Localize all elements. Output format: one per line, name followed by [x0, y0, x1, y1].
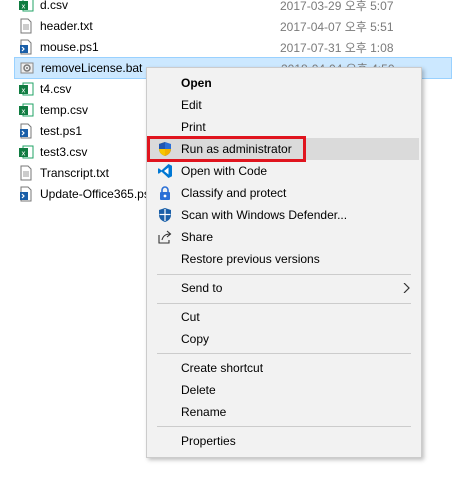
batch-file-icon	[20, 62, 34, 74]
file-date: 2017-04-07 오후 5:51	[280, 19, 394, 34]
file-name: header.txt	[40, 19, 93, 33]
text-file-icon	[20, 165, 32, 181]
menu-item-send-to[interactable]: Send to	[147, 277, 421, 299]
file-name: test.ps1	[40, 124, 83, 138]
vscode-icon	[158, 164, 172, 178]
menu-item-label: Delete	[181, 383, 216, 397]
menu-item-copy[interactable]: Copy	[147, 328, 421, 350]
menu-item-label: Rename	[181, 405, 227, 419]
menu-item-scan-defender[interactable]: Scan with Windows Defender...	[147, 204, 421, 226]
menu-item-share[interactable]: Share	[147, 226, 421, 248]
file-name: Update-Office365.ps	[40, 187, 150, 201]
file-row-d-csv[interactable]: x d.csv 2017-03-29 오후 5:07	[14, 0, 452, 16]
menu-item-label: Scan with Windows Defender...	[181, 208, 348, 222]
menu-item-label: Create shortcut	[181, 361, 264, 375]
file-name: temp.csv	[40, 103, 89, 117]
text-file-icon	[20, 18, 32, 34]
file-name: d.csv	[40, 0, 69, 12]
menu-item-create-shortcut[interactable]: Create shortcut	[147, 357, 421, 379]
menu-item-delete[interactable]: Delete	[147, 379, 421, 401]
file-date: 2017-07-31 오후 1:08	[280, 40, 394, 55]
menu-item-label: Print	[181, 120, 206, 134]
menu-item-restore-versions[interactable]: Restore previous versions	[147, 248, 421, 270]
menu-item-label: Open with Code	[181, 164, 268, 178]
menu-item-cut[interactable]: Cut	[147, 306, 421, 328]
menu-item-edit[interactable]: Edit	[147, 94, 421, 116]
menu-item-label: Cut	[181, 310, 200, 324]
file-name: t4.csv	[40, 82, 72, 96]
share-icon	[158, 230, 172, 244]
menu-item-properties[interactable]: Properties	[147, 430, 421, 452]
windows-defender-icon	[159, 208, 171, 222]
menu-item-open[interactable]: Open	[147, 72, 421, 94]
menu-item-print[interactable]: Print	[147, 116, 421, 138]
file-name: mouse.ps1	[40, 40, 99, 54]
menu-separator	[157, 353, 411, 354]
menu-item-label: Properties	[181, 434, 236, 448]
menu-item-open-with-code[interactable]: Open with Code	[147, 160, 421, 182]
file-row-mouse-ps1[interactable]: mouse.ps1 2017-07-31 오후 1:08	[14, 36, 452, 58]
menu-item-classify-protect[interactable]: Classify and protect	[147, 182, 421, 204]
menu-item-label: Classify and protect	[181, 186, 287, 200]
menu-separator	[157, 274, 411, 275]
menu-item-label: Share	[181, 230, 214, 244]
menu-item-label: Run as administrator	[181, 142, 292, 156]
svg-text:x: x	[21, 150, 25, 158]
menu-item-label: Edit	[181, 98, 202, 112]
azure-information-protection-icon	[160, 186, 170, 200]
menu-item-label: Copy	[181, 332, 210, 346]
menu-item-label: Open	[181, 76, 212, 90]
svg-text:x: x	[21, 108, 25, 116]
menu-item-rename[interactable]: Rename	[147, 401, 421, 423]
context-menu: Open Edit Print Run as administrator Ope…	[146, 67, 422, 458]
excel-csv-icon: x	[19, 0, 34, 12]
powershell-script-icon	[20, 123, 32, 139]
svg-text:x: x	[21, 87, 25, 95]
menu-item-label: Send to	[181, 281, 223, 295]
menu-item-label: Restore previous versions	[181, 252, 320, 266]
menu-separator	[157, 303, 411, 304]
menu-item-run-as-administrator[interactable]: Run as administrator	[149, 138, 419, 160]
file-date: 2017-03-29 오후 5:07	[280, 0, 394, 13]
powershell-script-icon	[20, 186, 32, 202]
excel-csv-icon: x	[19, 103, 34, 117]
file-name: test3.csv	[40, 145, 88, 159]
file-name: removeLicense.bat	[41, 61, 143, 75]
menu-separator	[157, 426, 411, 427]
excel-csv-icon: x	[19, 82, 34, 96]
chevron-right-icon	[403, 283, 410, 293]
file-name: Transcript.txt	[40, 166, 109, 180]
powershell-script-icon	[20, 39, 32, 55]
uac-shield-icon	[159, 142, 171, 156]
svg-text:x: x	[21, 3, 25, 11]
excel-csv-icon: x	[19, 145, 34, 159]
file-row-header-txt[interactable]: header.txt 2017-04-07 오후 5:51	[14, 15, 452, 37]
